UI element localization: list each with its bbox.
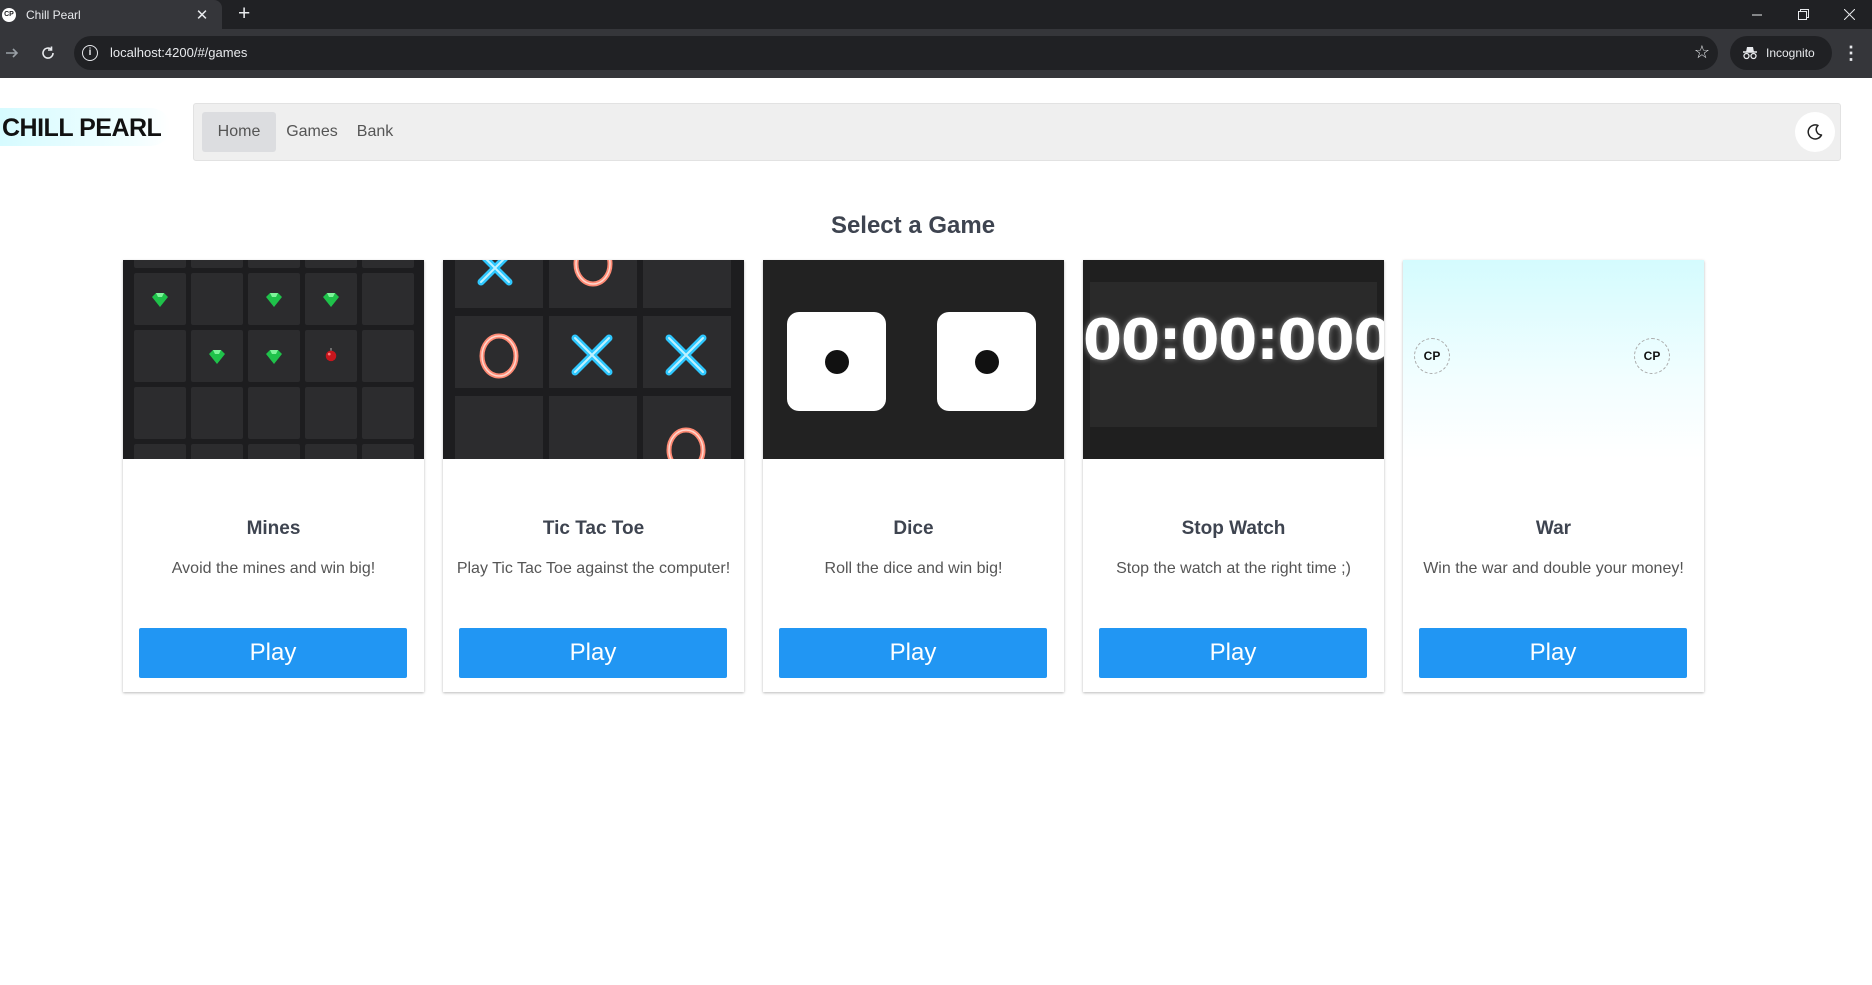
play-button-stop-watch[interactable]: Play (1099, 628, 1367, 678)
card-description: Play Tic Tac Toe against the computer! (456, 560, 731, 577)
reload-icon[interactable] (36, 41, 60, 65)
card-title: Tic Tac Toe (542, 518, 645, 539)
game-card-tic-tac-toe: Tic Tac Toe Play Tic Tac Toe against the… (443, 260, 744, 692)
game-card-dice: Dice Roll the dice and win big! Play (763, 260, 1064, 692)
play-button-mines[interactable]: Play (139, 628, 407, 678)
nav-games[interactable]: Games (280, 112, 344, 152)
nav-home[interactable]: Home (202, 112, 276, 152)
stopwatch-display: 00:00:000 (1083, 308, 1384, 373)
card-description: Avoid the mines and win big! (171, 560, 376, 577)
stop-watch-thumbnail: 00:00:000 (1083, 260, 1384, 459)
logo-text: CHILL PEARL (2, 114, 162, 142)
logo[interactable]: CHILL PEARL (0, 108, 170, 146)
browser-toolbar: i localhost:4200/#/games ☆ Incognito ⋮ (0, 29, 1872, 78)
navbar: Home Games Bank (193, 103, 1841, 161)
site-info-icon[interactable]: i (82, 45, 98, 61)
incognito-badge[interactable]: Incognito (1730, 36, 1832, 70)
browser-tab-strip: CP Chill Pearl ✕ + (0, 0, 1872, 29)
war-token: CP (1414, 338, 1450, 374)
forward-arrow-icon[interactable] (0, 41, 24, 65)
theme-toggle-button[interactable] (1795, 112, 1835, 152)
gem-icon (266, 350, 282, 364)
bookmark-star-icon[interactable]: ☆ (1694, 42, 1710, 63)
address-url: localhost:4200/#/games (110, 45, 248, 60)
address-bar[interactable]: i localhost:4200/#/games ☆ (74, 36, 1718, 70)
card-description: Stop the watch at the right time ;) (1116, 560, 1351, 577)
browser-tab[interactable]: CP Chill Pearl ✕ (0, 0, 222, 29)
gem-icon (209, 350, 225, 364)
tic-tac-toe-marks-icon (477, 260, 707, 459)
gem-icon (266, 293, 282, 307)
tab-title: Chill Pearl (26, 7, 81, 22)
game-card-stop-watch: 00:00:000 Stop Watch Stop the watch at t… (1083, 260, 1384, 692)
play-button-war[interactable]: Play (1419, 628, 1687, 678)
card-title: Dice (893, 518, 934, 539)
war-thumbnail: CP CP (1403, 260, 1704, 459)
card-title: Stop Watch (1181, 518, 1286, 539)
gem-icon (152, 293, 168, 307)
card-title: Mines (246, 518, 301, 539)
nav-bank[interactable]: Bank (350, 112, 400, 152)
new-tab-icon[interactable]: + (238, 2, 250, 26)
bomb-icon (325, 348, 337, 362)
tic-tac-toe-thumbnail (443, 260, 744, 459)
browser-menu-icon[interactable]: ⋮ (1842, 41, 1860, 65)
page-title: Select a Game (830, 212, 996, 239)
incognito-icon (1743, 47, 1757, 60)
gem-icon (323, 293, 339, 307)
play-button-dice[interactable]: Play (779, 628, 1047, 678)
restore-icon[interactable] (1780, 0, 1826, 29)
play-button-tic-tac-toe[interactable]: Play (459, 628, 727, 678)
page-content: CHILL PEARL Home Games Bank Select a Gam… (0, 78, 1872, 985)
dice-thumbnail (763, 260, 1064, 459)
close-window-icon[interactable] (1826, 0, 1872, 29)
game-card-mines: Mines Avoid the mines and win big! Play (123, 260, 424, 692)
favicon-icon: CP (2, 7, 16, 22)
card-title: War (1535, 518, 1572, 539)
tab-close-icon[interactable]: ✕ (190, 6, 214, 24)
game-card-war: CP CP War Win the war and double your mo… (1403, 260, 1704, 692)
war-token: CP (1634, 338, 1670, 374)
moon-icon (1807, 124, 1823, 140)
minimize-icon[interactable] (1734, 0, 1780, 29)
die-icon (787, 312, 886, 411)
card-description: Win the war and double your money! (1423, 560, 1684, 577)
mines-thumbnail (123, 260, 424, 459)
incognito-label: Incognito (1766, 46, 1815, 60)
card-description: Roll the dice and win big! (824, 560, 1003, 577)
die-icon (937, 312, 1036, 411)
